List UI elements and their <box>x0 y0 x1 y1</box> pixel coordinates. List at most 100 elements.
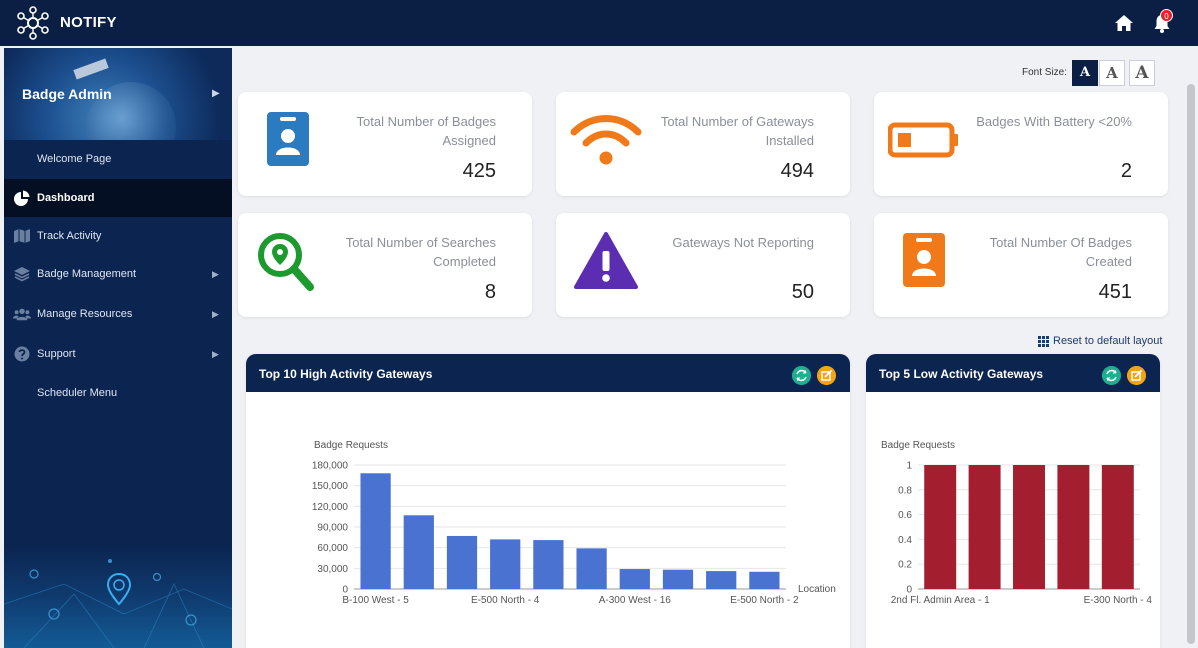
card-title: Total Number of Gateways Installed <box>660 114 814 148</box>
chevron-right-icon: ▶ <box>212 308 219 319</box>
badge-icon <box>267 112 309 166</box>
card-value: 451 <box>1098 281 1132 303</box>
sidebar-item-label: Welcome Page <box>37 153 112 165</box>
x-tick-label: E-300 North - 4 <box>1084 595 1153 606</box>
pie-chart-icon <box>14 190 30 206</box>
sidebar-item-manage-resources[interactable]: Manage Resources ▶ <box>4 295 232 333</box>
sidebar-item-label: Dashboard <box>37 192 95 204</box>
font-size-small-button[interactable]: A <box>1072 60 1098 86</box>
y-tick-label: 30,000 <box>317 564 348 575</box>
sidebar-item-label: Scheduler Menu <box>37 387 118 399</box>
y-tick-label: 180,000 <box>312 461 349 472</box>
bar <box>1101 465 1134 589</box>
panel-title: Top 10 High Activity Gateways <box>259 367 433 381</box>
scrollbar-thumb[interactable] <box>1187 84 1195 644</box>
refresh-icon[interactable] <box>792 366 811 385</box>
map-icon <box>14 229 30 243</box>
stat-card-low-battery: Badges With Battery <20% 2 <box>874 92 1168 196</box>
sidebar-item-label: Manage Resources <box>37 308 133 320</box>
card-value: 8 <box>484 281 496 303</box>
card-title: Total Number of Searches Completed <box>345 235 496 269</box>
y-tick-label: 60,000 <box>317 543 348 554</box>
high-activity-bar-chart: Badge Requests 0 30,000 60,000 90,000 120,000… <box>312 440 836 606</box>
refresh-icon[interactable] <box>1102 366 1121 385</box>
bar <box>749 571 780 589</box>
sidebar-item-label: Support <box>37 348 76 360</box>
bar <box>968 465 1001 589</box>
sidebar-item-track-activity[interactable]: Track Activity <box>4 217 232 255</box>
map-network-graphic <box>4 559 232 648</box>
y-tick-label: 150,000 <box>312 481 349 492</box>
sidebar-item-label: Track Activity <box>37 230 102 242</box>
notification-count-badge: 0 <box>1160 9 1173 22</box>
bar <box>360 473 391 589</box>
x-tick-label: B-100 West - 5 <box>342 595 409 606</box>
reset-layout-label: Reset to default layout <box>1053 335 1163 347</box>
bar <box>1057 465 1090 589</box>
edit-icon[interactable] <box>1127 366 1146 385</box>
y-tick-label: 0.2 <box>898 560 912 571</box>
bar <box>490 539 521 589</box>
home-icon[interactable] <box>1114 14 1134 32</box>
location-search-icon <box>258 233 314 291</box>
x-tick-label: E-500 North - 4 <box>471 595 540 606</box>
y-tick-label: 0.8 <box>898 485 912 496</box>
sidebar-title: Badge Admin <box>22 86 112 102</box>
panel-title: Top 5 Low Activity Gateways <box>879 367 1044 381</box>
card-title: Total Number Of Badges Created <box>989 235 1132 269</box>
font-size-medium-button[interactable]: A <box>1099 60 1125 86</box>
stat-card-gateways-installed: Total Number of Gateways Installed 494 <box>556 92 850 196</box>
card-title: Total Number of Badges Assigned <box>356 114 496 148</box>
sidebar-item-scheduler-menu[interactable]: Scheduler Menu <box>4 374 232 412</box>
font-size-label: Font Size: <box>1022 67 1068 78</box>
y-tick-label: 1 <box>906 461 912 472</box>
top-bar: NOTIFY 0 <box>0 0 1198 46</box>
bar <box>1013 465 1045 589</box>
layers-icon <box>14 267 30 282</box>
edit-icon[interactable] <box>817 366 836 385</box>
bar <box>706 571 737 589</box>
sidebar-item-support[interactable]: Support ▶ <box>4 335 232 373</box>
chevron-right-icon: ▶ <box>212 268 219 279</box>
bar <box>662 569 694 589</box>
wifi-icon <box>570 115 642 165</box>
battery-low-icon <box>888 122 958 158</box>
bar <box>403 515 434 589</box>
sidebar-item-welcome-page[interactable]: Welcome Page <box>4 140 232 178</box>
x-tick-label: E-500 North - 2 <box>730 595 799 606</box>
panel-header: Top 10 High Activity Gateways <box>246 354 850 392</box>
x-axis-label: Location <box>798 584 836 595</box>
bar <box>533 540 564 589</box>
bar <box>924 465 957 589</box>
sidebar-item-dashboard[interactable]: Dashboard <box>4 179 232 217</box>
warning-icon <box>574 232 638 289</box>
grid-icon <box>1038 335 1049 347</box>
card-value: 494 <box>780 160 814 182</box>
x-tick-label: A-300 West - 16 <box>599 595 672 606</box>
low-activity-panel: Top 5 Low Activity Gateways Badge Reques… <box>866 354 1160 648</box>
bar <box>619 569 650 589</box>
sidebar-item-badge-management[interactable]: Badge Management ▶ <box>4 255 232 293</box>
stat-card-badges-created: Total Number Of Badges Created 451 <box>874 213 1168 317</box>
sidebar-item-label: Badge Management <box>37 268 137 280</box>
high-activity-panel: Top 10 High Activity Gateways Badge Requ… <box>246 354 850 648</box>
reset-layout-link[interactable]: Reset to default layout <box>1038 335 1162 347</box>
font-size-large-button[interactable]: A <box>1129 60 1155 86</box>
y-tick-label: 0.6 <box>898 510 912 521</box>
y-tick-label: 0 <box>906 585 912 596</box>
question-icon <box>14 346 30 362</box>
sidebar-header[interactable]: Badge Admin ▶ <box>4 48 232 140</box>
panel-header: Top 5 Low Activity Gateways <box>866 354 1160 392</box>
bar <box>576 548 607 589</box>
map-pins-graphic <box>4 544 232 648</box>
card-title: Badges With Battery <20% <box>976 114 1132 129</box>
satellite-graphic <box>73 58 109 80</box>
stat-card-gateways-not-reporting: Gateways Not Reporting 50 <box>556 213 850 317</box>
users-icon <box>13 308 31 321</box>
y-tick-label: 120,000 <box>312 502 349 513</box>
app-title: NOTIFY <box>60 14 117 31</box>
page-scrollbar[interactable] <box>1184 48 1198 648</box>
x-tick-label: 2nd Fl. Admin Area - 1 <box>891 595 990 606</box>
main-content: Font Size: A A A Total Number of Badges … <box>232 48 1182 648</box>
y-tick-label: 0 <box>342 585 348 596</box>
